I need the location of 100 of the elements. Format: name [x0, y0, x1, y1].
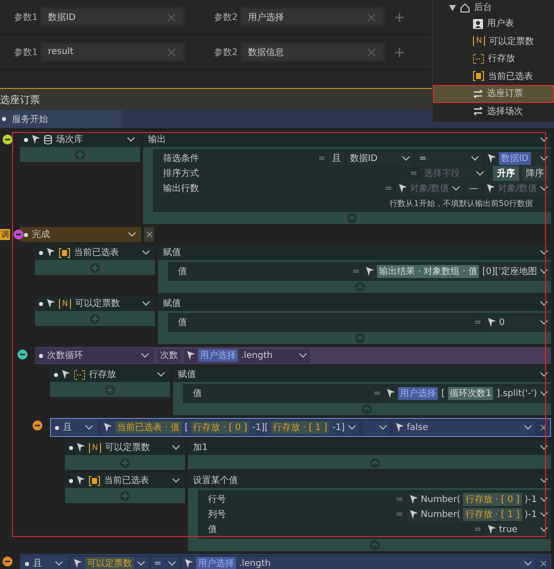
expression-text: ].split('-'): [496, 388, 537, 398]
close-icon[interactable]: [540, 424, 547, 431]
select-field[interactable]: 数据ID: [347, 152, 413, 166]
collapse-icon[interactable]: [354, 333, 364, 343]
panel-header[interactable]: 设置某个值: [188, 473, 551, 488]
add-icon[interactable]: [90, 314, 100, 324]
collapse-icon[interactable]: [362, 404, 372, 414]
clear-icon[interactable]: [167, 48, 176, 56]
clear-icon[interactable]: [367, 12, 376, 22]
value-chip: 循环次数1: [448, 387, 494, 400]
block-selector[interactable]: 当前已选表: [65, 473, 185, 488]
tree-item[interactable]: 当前已选表: [433, 68, 554, 85]
pointer-icon: [488, 525, 496, 534]
collapse-icon[interactable]: [370, 458, 380, 468]
tree-item[interactable]: 后台: [433, 0, 554, 15]
block-selector[interactable]: 行存放: [50, 367, 170, 382]
panel-header[interactable]: 赋值: [158, 245, 551, 260]
block-selector[interactable]: 场次库: [20, 132, 140, 147]
select-field[interactable]: 当前已选表 · 值 [ 行存放 · [ 0 ] -1][ 行存放 · [ 1 ] -1]: [101, 420, 359, 434]
add-icon[interactable]: [75, 150, 85, 160]
value-field[interactable]: 升序 降序: [490, 166, 551, 180]
tree-item[interactable]: 用户表: [433, 15, 554, 32]
chevron-icon: [127, 137, 135, 142]
param-field[interactable]: 用户选择: [240, 7, 385, 27]
collapse-handle-icon[interactable]: [32, 420, 43, 431]
expression-text: 0: [499, 318, 505, 328]
chevron-icon: [141, 353, 149, 358]
expression-text: Number(: [420, 510, 460, 520]
equals-sign: =: [318, 154, 326, 164]
start-block[interactable]: 服务开始: [0, 110, 122, 128]
close-icon[interactable]: [540, 560, 547, 567]
block-selector[interactable]: 且: [21, 556, 68, 569]
sort-toggle[interactable]: 升序: [493, 166, 519, 181]
tree-item[interactable]: N 可以定票数: [433, 32, 554, 50]
sort-toggle[interactable]: 降序: [522, 166, 548, 181]
block-selector[interactable]: N 可以定票数: [65, 440, 185, 455]
param-field[interactable]: result: [40, 42, 185, 62]
house-icon: [460, 2, 470, 12]
tree-item[interactable]: 选择场次: [433, 102, 554, 120]
pointer-icon: [77, 476, 85, 485]
variable-chip: 行存放 · [ 1 ]: [271, 421, 330, 434]
variable-chip: 行存放 · [ 0 ]: [191, 421, 250, 434]
add-icon[interactable]: [120, 458, 130, 468]
param-field[interactable]: 数据ID: [40, 7, 185, 27]
panel-header[interactable]: 赋值: [173, 367, 551, 382]
database-icon: [44, 134, 52, 144]
add-icon[interactable]: [90, 262, 100, 272]
field-label: 值: [208, 524, 218, 536]
collapse-handle-icon[interactable]: [2, 134, 13, 145]
field-label: 排序方式: [163, 168, 200, 180]
variable-chip: 行存放 · [ 1 ]: [463, 508, 522, 521]
block-selector[interactable]: 且: [51, 420, 98, 435]
clear-icon[interactable]: [167, 12, 176, 22]
chevron-icon: [540, 478, 548, 483]
panel-header[interactable]: 输出: [143, 132, 551, 147]
param-field[interactable]: 数据信息: [240, 42, 385, 62]
block-selector[interactable]: 完成: [20, 227, 141, 242]
value-field[interactable]: 次数: [157, 348, 181, 362]
add-icon[interactable]: [105, 384, 115, 394]
grid-icon: [89, 476, 100, 486]
block-selector[interactable]: 次数循环: [35, 348, 154, 363]
panel-header[interactable]: 赋值: [158, 296, 551, 311]
chevron-icon: [142, 250, 150, 255]
select-field[interactable]: 用户选择 [ 循环次数1 ].split('-'): [384, 386, 551, 400]
tree-item[interactable]: 选座订票: [433, 85, 554, 102]
param-label: 参数1: [14, 12, 39, 24]
pointer-icon: [185, 559, 193, 568]
collapse-handle-icon[interactable]: [2, 556, 13, 567]
pointer-icon: [77, 443, 85, 452]
clear-icon[interactable]: [367, 48, 376, 56]
panel-header[interactable]: 加1: [188, 440, 551, 455]
select-field[interactable]: 可以定票数: [71, 556, 148, 569]
collapse-icon[interactable]: [354, 282, 364, 292]
select-field[interactable]: 0: [485, 316, 551, 330]
collapse-handle-icon[interactable]: [13, 229, 24, 240]
collapse-icon[interactable]: [370, 540, 380, 550]
chevron-icon: [540, 137, 548, 142]
placeholder-text: 对象/数值: [498, 182, 537, 195]
select-field[interactable]: 用户选择 .length: [182, 556, 535, 569]
close-button[interactable]: [144, 227, 154, 242]
tree-item[interactable]: 行存放: [433, 50, 554, 68]
select-field[interactable]: false: [392, 420, 535, 434]
add-icon[interactable]: [120, 490, 130, 500]
block-selector[interactable]: N 可以定票数: [35, 296, 155, 311]
select-field[interactable]: [362, 420, 390, 434]
event-badge: 调: [0, 229, 10, 240]
expand-icon[interactable]: [449, 4, 456, 10]
variable-chip: 可以定票数: [85, 557, 134, 569]
close-icon[interactable]: [146, 231, 152, 238]
block-selector[interactable]: 当前已选表: [35, 245, 155, 260]
add-icon[interactable]: [395, 12, 404, 22]
add-icon[interactable]: [395, 48, 404, 56]
select-field[interactable]: 用户选择 .length: [184, 348, 310, 362]
select-field[interactable]: =: [151, 556, 179, 569]
pointer-icon: [104, 423, 112, 432]
section-title: 选座订票: [0, 94, 40, 106]
chevron-icon: [142, 301, 150, 306]
select-field[interactable]: 输出结果 · 对象数组 · 值 [0]['定座地图: [363, 264, 551, 278]
collapse-icon[interactable]: [347, 213, 357, 223]
collapse-handle-icon[interactable]: [17, 349, 28, 360]
